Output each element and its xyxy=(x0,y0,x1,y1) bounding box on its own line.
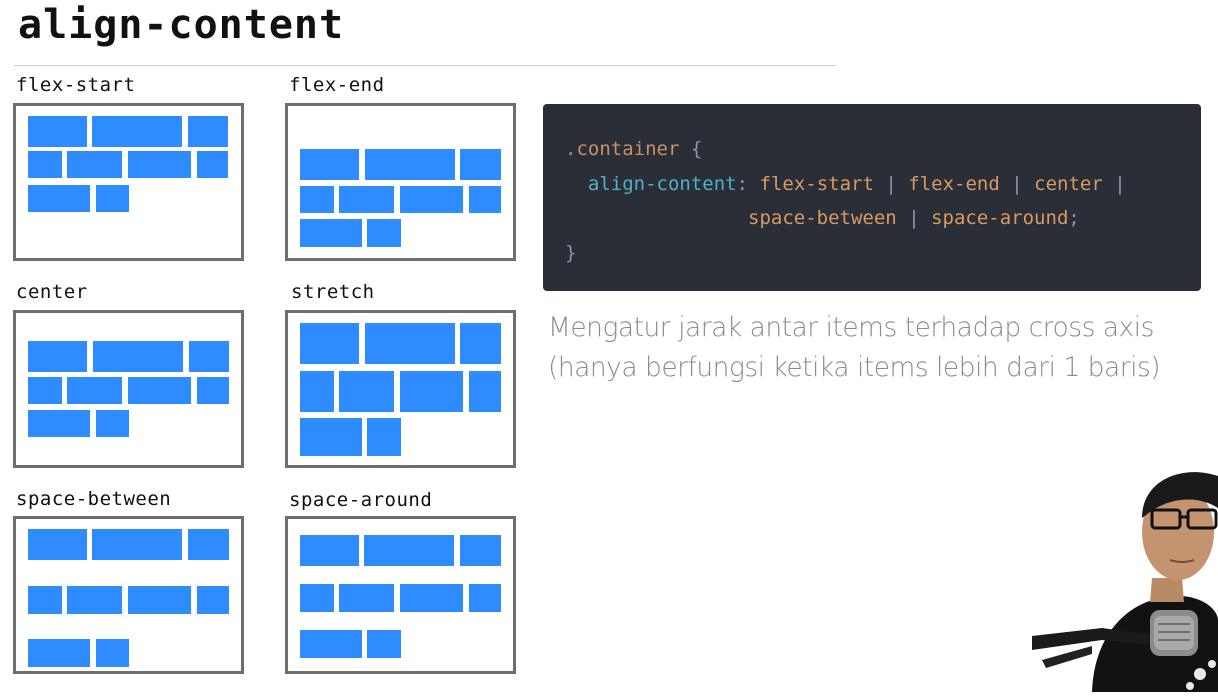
flex-item xyxy=(300,418,362,456)
flex-item xyxy=(28,151,62,178)
demo-label-flex-start: flex-start xyxy=(16,74,136,96)
flex-item xyxy=(460,535,501,566)
flex-item xyxy=(364,535,454,566)
code-separator: | xyxy=(885,172,897,195)
code-value: space-between xyxy=(748,207,897,229)
flex-item xyxy=(339,584,394,612)
flex-item xyxy=(96,185,129,212)
demo-label-space-around: space-around xyxy=(289,489,433,511)
flex-item xyxy=(93,341,183,372)
flex-item xyxy=(92,116,182,147)
flex-item xyxy=(469,584,501,612)
code-value: flex-start xyxy=(759,172,874,195)
demo-label-flex-end: flex-end xyxy=(289,74,385,96)
flex-item xyxy=(400,584,463,612)
flex-item xyxy=(28,341,87,372)
flex-item xyxy=(300,219,362,247)
demo-box-space-around xyxy=(285,516,516,674)
flex-item xyxy=(400,186,463,213)
flex-item xyxy=(339,186,394,213)
description-line-2: (hanya berfungsi ketika items lebih dari… xyxy=(548,352,1161,383)
flex-item xyxy=(28,377,62,404)
flex-item xyxy=(300,535,359,566)
flex-item xyxy=(67,151,122,178)
flex-item xyxy=(28,185,90,212)
flex-item xyxy=(67,377,122,404)
code-terminator: ; xyxy=(1068,207,1080,229)
flex-item xyxy=(365,323,455,364)
flex-item xyxy=(300,371,334,412)
flex-item xyxy=(365,149,455,180)
code-separator: | xyxy=(908,207,920,229)
code-colon: : xyxy=(736,172,749,195)
flex-item xyxy=(28,639,90,667)
demo-box-center xyxy=(13,310,244,468)
demo-box-stretch xyxy=(285,310,516,468)
flex-item xyxy=(469,371,501,412)
flex-item xyxy=(128,151,191,178)
flex-item xyxy=(67,586,122,614)
flex-item xyxy=(367,219,401,247)
flex-item xyxy=(28,410,90,437)
code-property: align-content xyxy=(587,172,737,195)
code-separator: | xyxy=(1011,172,1023,195)
presenter-image xyxy=(1032,472,1218,692)
flex-item xyxy=(188,116,228,147)
flex-item xyxy=(367,630,401,658)
code-separator: | xyxy=(1114,172,1126,195)
flex-item xyxy=(128,586,191,614)
flex-item xyxy=(300,323,359,364)
flex-item xyxy=(96,639,129,667)
title-divider xyxy=(14,65,836,66)
flex-item xyxy=(300,149,359,180)
flex-item xyxy=(197,377,229,404)
demo-box-space-between xyxy=(13,516,244,674)
code-selector: .container xyxy=(565,138,680,160)
flex-item xyxy=(188,529,229,560)
flex-item xyxy=(197,586,229,614)
demo-box-flex-start xyxy=(13,103,244,261)
demo-label-space-between: space-between xyxy=(16,488,172,510)
flex-item xyxy=(367,418,401,456)
demo-label-stretch: stretch xyxy=(291,281,375,303)
flex-item xyxy=(400,371,463,412)
flex-item xyxy=(28,116,87,147)
presenter-webcam xyxy=(1032,460,1218,692)
flex-item xyxy=(300,584,334,612)
flex-item xyxy=(460,323,501,364)
flex-item xyxy=(28,529,87,560)
code-block: .container { align-content: flex-start |… xyxy=(543,104,1201,291)
flex-item xyxy=(28,586,62,614)
code-open-brace: { xyxy=(690,138,703,160)
description: Mengatur jarak antar items terhadap cros… xyxy=(548,308,1208,388)
description-line-1: Mengatur jarak antar items terhadap cros… xyxy=(548,312,1154,343)
slide-title: align-content xyxy=(18,2,345,48)
flex-item xyxy=(128,377,191,404)
flex-item xyxy=(189,341,229,372)
flex-item xyxy=(460,149,501,180)
flex-item xyxy=(469,186,501,213)
flex-item xyxy=(96,410,129,437)
demo-label-center: center xyxy=(16,281,88,303)
flex-item xyxy=(300,186,334,213)
demo-box-flex-end xyxy=(285,103,516,261)
flex-item xyxy=(300,630,362,658)
code-value: center xyxy=(1034,172,1103,195)
flex-item xyxy=(92,529,182,560)
code-close-brace: } xyxy=(565,241,577,264)
code-value: space-around xyxy=(931,207,1069,229)
flex-item xyxy=(339,371,394,412)
flex-item xyxy=(197,151,228,178)
code-value: flex-end xyxy=(908,172,1000,195)
